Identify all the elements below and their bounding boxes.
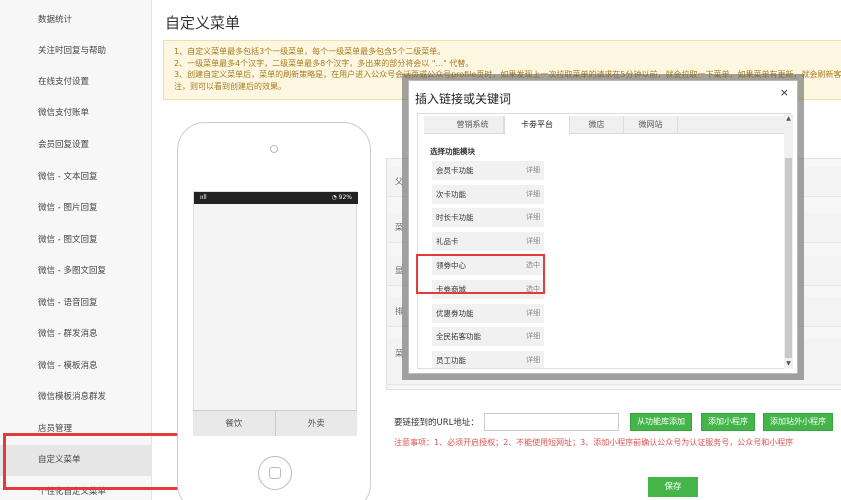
tab-marketing[interactable]: 营销系统 [442,116,504,134]
scroll-up-icon[interactable]: ▲ [784,114,793,124]
dialog-tabs: 营销系统 卡劵平台 微店 微网站 [424,116,784,135]
list-item[interactable]: 次卡功能 详细 [432,185,544,204]
sidebar-item-multi-news-reply[interactable]: 微信 - 多图文回复 [0,256,152,287]
phone-status-bar: ııll ◔ 92% [194,192,358,204]
sidebar-item-template-mass[interactable]: 微信模板消息群发 [0,382,152,413]
phone-menu-item-takeout[interactable]: 外卖 [274,411,358,436]
sidebar-item-follow-reply[interactable]: 关注时回复与帮助 [0,36,152,67]
battery-icon: ◔ 92% [331,194,352,201]
warning-text: 注意事项：1、必须开启授权；2、不能使用短网址；3、添加小程序前确认公众号为认证… [394,438,794,447]
sidebar-item-payment-settings[interactable]: 在线支付设置 [0,67,152,98]
tab-coupon-platform[interactable]: 卡劵平台 [504,116,570,135]
page-title: 自定义菜单 [165,14,241,32]
sidebar-item-news-reply[interactable]: 微信 - 图文回复 [0,225,152,256]
add-external-miniprogram-button[interactable]: 添加站外小程序 [763,413,833,431]
home-button-icon [258,456,292,490]
dialog-scrollbar[interactable]: ▲ ▼ [784,114,793,369]
add-miniprogram-button[interactable]: 添加小程序 [701,413,755,431]
tab-weidian[interactable]: 微店 [570,116,624,134]
phone-menu-item-dining[interactable]: 餐饮 [193,411,275,436]
section-label: 选择功能模块 [430,147,475,156]
camera-icon [270,145,278,153]
annotation-highlight-selected [416,254,545,294]
close-icon[interactable]: × [780,86,789,99]
url-label: 要链接到的URL地址： [394,418,479,428]
sidebar-item-voice-reply[interactable]: 微信 - 语音回复 [0,288,152,319]
sidebar-item-image-reply[interactable]: 微信 - 图片回复 [0,193,152,224]
phone-preview: ııll ◔ 92% 餐饮 外卖 [177,122,371,500]
list-item[interactable]: 员工功能 详细 [432,351,544,368]
scroll-down-icon[interactable]: ▼ [784,359,793,369]
notice-line: 1、自定义菜单最多包括3个一级菜单，每个一级菜单最多包含5个二级菜单。 [174,47,446,56]
sidebar-item-mass-message[interactable]: 微信 - 群发消息 [0,319,152,350]
sidebar: 数据统计 关注时回复与帮助 在线支付设置 微信支付账单 会员回复设置 微信 - … [0,0,152,500]
dialog-body: 营销系统 卡劵平台 微店 微网站 选择功能模块 会员卡功能 详细 次卡功能 详细… [417,113,791,369]
sidebar-item-payment-bills[interactable]: 微信支付账单 [0,98,152,129]
list-item[interactable]: 礼品卡 详细 [432,232,544,251]
add-from-library-button[interactable]: 从功能库添加 [630,413,692,431]
url-input[interactable] [484,413,619,431]
list-item[interactable]: 会员卡功能 详细 [432,161,544,180]
list-item[interactable]: 时长卡功能 详细 [432,208,544,227]
sidebar-item-template-message[interactable]: 微信 - 模板消息 [0,351,152,382]
signal-icon: ııll [200,194,207,201]
list-item[interactable]: 优惠劵功能 详细 [432,304,544,323]
list-item[interactable]: 全民拓客功能 详细 [432,327,544,346]
sidebar-item-text-reply[interactable]: 微信 - 文本回复 [0,162,152,193]
sidebar-item-member-reply[interactable]: 会员回复设置 [0,130,152,161]
phone-screen: ııll ◔ 92% [193,191,358,436]
save-button[interactable]: 保存 [648,477,698,497]
sidebar-item-stats[interactable]: 数据统计 [0,5,152,36]
phone-menu-bar: 餐饮 外卖 [193,410,357,436]
scroll-thumb[interactable] [785,158,792,358]
tab-microsite[interactable]: 微网站 [624,116,678,134]
url-row: 要链接到的URL地址： 从功能库添加 添加小程序 添加站外小程序 [394,413,841,431]
notice-line: 2、一级菜单最多4个汉字，二级菜单最多8个汉字，多出来的部分将会以 "..." … [174,58,474,68]
notice-line: 3、创建自定义菜单后，菜单的刷新策略是，在用户进入公众号会话页或公众号profi… [174,70,841,79]
insert-link-dialog: 插入链接或关键词 × 营销系统 卡劵平台 微店 微网站 选择功能模块 会员卡功能… [408,80,798,374]
annotation-highlight-sidebar [3,433,192,490]
dialog-title: 插入链接或关键词 [415,92,512,106]
